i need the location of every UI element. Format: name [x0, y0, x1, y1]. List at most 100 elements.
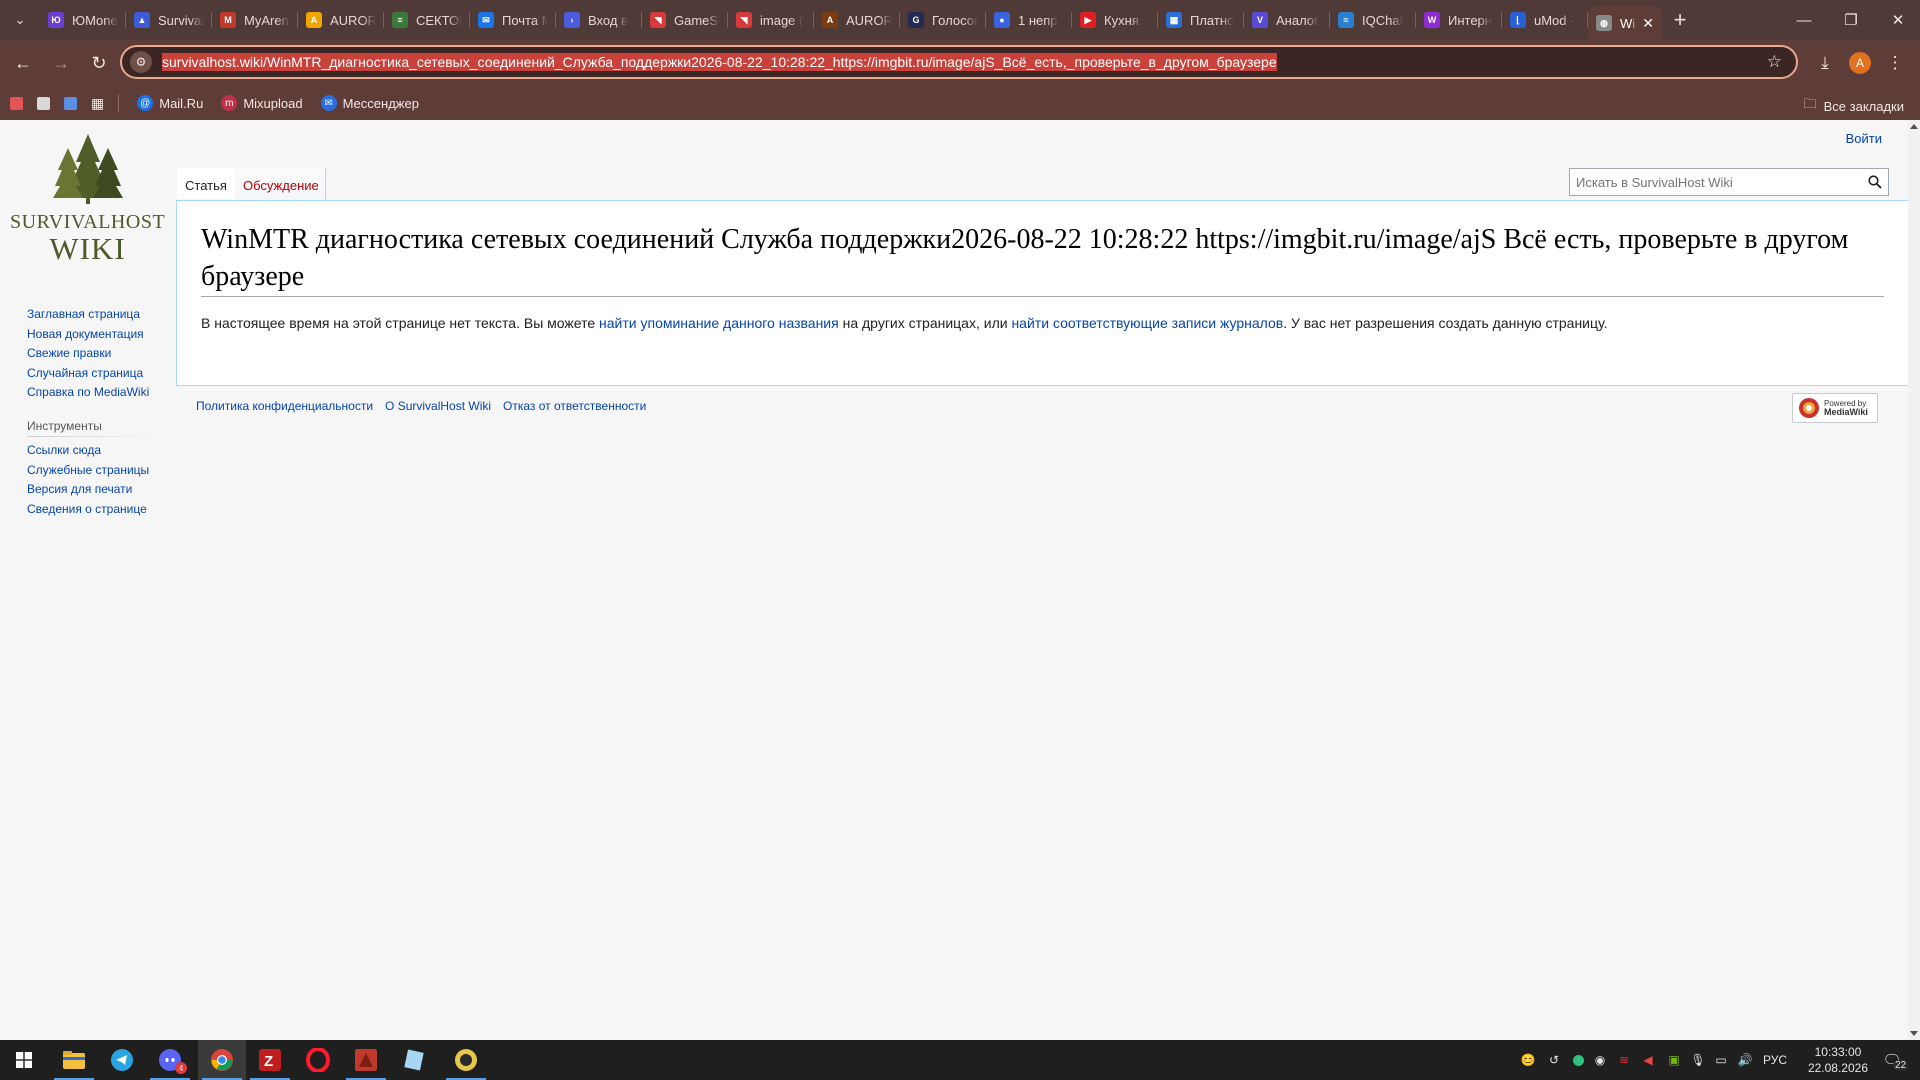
browser-tab[interactable]: W Интерн: [1416, 0, 1502, 40]
scroll-down-icon[interactable]: [1910, 1031, 1918, 1036]
profile-avatar[interactable]: A: [1845, 48, 1875, 78]
tray-audio-app-icon[interactable]: ◀: [1638, 1040, 1658, 1080]
page-scrollbar[interactable]: [1908, 120, 1920, 1040]
telegram-icon[interactable]: [98, 1040, 146, 1080]
bookmark-item[interactable]: @ Mail.Ru: [137, 95, 203, 111]
tab-favicon-icon: M: [220, 12, 236, 28]
back-icon[interactable]: ←: [8, 48, 38, 78]
notepad-icon[interactable]: [390, 1040, 438, 1080]
browser-tab[interactable]: ≡ СЕКТОР: [384, 0, 470, 40]
restore-icon[interactable]: ❐: [1827, 0, 1875, 40]
powered-by-mediawiki-badge[interactable]: Powered by MediaWiki: [1792, 393, 1878, 423]
new-tab-button[interactable]: +: [1662, 0, 1698, 40]
browser-tab[interactable]: › Вход в: [556, 0, 642, 40]
game-app-icon[interactable]: [342, 1040, 390, 1080]
sidebar-nav-link[interactable]: Случайная страница: [27, 364, 149, 384]
network-icon[interactable]: ▭: [1710, 1040, 1732, 1080]
filezilla-icon[interactable]: Z: [246, 1040, 294, 1080]
search-mentions-link[interactable]: найти упоминание данного названия: [599, 315, 839, 331]
tab-favicon-icon: G: [908, 12, 924, 28]
tab-favicon-icon: ◥: [650, 12, 666, 28]
search-logs-link[interactable]: найти соответствующие записи журналов: [1011, 315, 1283, 331]
wiki-logo[interactable]: SURVIVALHOST WIKI: [10, 132, 165, 264]
scroll-up-icon[interactable]: [1910, 124, 1918, 129]
tab-article[interactable]: Статья: [177, 168, 235, 199]
browser-tab[interactable]: ⌊ uMod -: [1502, 0, 1588, 40]
forward-icon[interactable]: →: [46, 48, 76, 78]
footer-link[interactable]: О SurvivalHost Wiki: [385, 399, 491, 413]
browser-tab[interactable]: ▲ Survival: [126, 0, 212, 40]
chrome-icon[interactable]: [198, 1040, 246, 1080]
close-tab-icon[interactable]: ✕: [1636, 15, 1654, 32]
browser-tab[interactable]: Ю ЮMoney: [40, 0, 126, 40]
close-window-icon[interactable]: ✕: [1874, 0, 1920, 40]
bookmark-item[interactable]: ✉ Мессенджер: [320, 95, 419, 111]
sidebar-tools-link[interactable]: Ссылки сюда: [27, 441, 149, 461]
sidebar-nav-link[interactable]: Справка по MediaWiki: [27, 383, 149, 403]
tab-search-icon[interactable]: ⌄: [0, 0, 40, 40]
sidebar-tools-link[interactable]: Сведения о странице: [27, 500, 149, 520]
tab-label: AURORA: [330, 12, 376, 28]
sidebar-tools-link[interactable]: Версия для печати: [27, 480, 149, 500]
volume-icon[interactable]: 🔊: [1734, 1040, 1756, 1080]
nvidia-icon[interactable]: ▣: [1664, 1040, 1684, 1080]
browser-tab[interactable]: ▶ Кухня.: [1072, 0, 1158, 40]
tab-favicon-icon: A: [306, 12, 322, 28]
file-explorer-icon[interactable]: [50, 1040, 98, 1080]
tray-red-icon[interactable]: ≋: [1614, 1040, 1634, 1080]
bookmark-item[interactable]: m Mixupload: [221, 95, 303, 111]
browser-tab[interactable]: ▦ Платно: [1158, 0, 1244, 40]
tabs-container: Ю ЮMoney ▲ Survival M MyArena A AURORA ≡ СЕКТОР ✉ П…: [40, 0, 1588, 40]
notifications-icon[interactable]: 🗨 22: [1872, 1040, 1912, 1080]
tray-app-icon[interactable]: ↺: [1544, 1040, 1564, 1080]
browser-toolbar: ← → ↻ ⚙ survivalhost.wiki/WinMTR_диагнос…: [0, 40, 1920, 86]
language-indicator[interactable]: РУС: [1758, 1040, 1792, 1080]
microphone-icon[interactable]: 🎙: [1688, 1040, 1708, 1080]
windows-start-icon[interactable]: [0, 1040, 48, 1080]
sidebar-nav-link[interactable]: Заглавная страница: [27, 305, 149, 325]
menu-dots-icon[interactable]: ⋮: [1880, 48, 1910, 78]
minimize-icon[interactable]: —: [1780, 0, 1828, 40]
browser-tab[interactable]: ● 1 непр: [986, 0, 1072, 40]
discord-icon[interactable]: 4: [146, 1040, 194, 1080]
dungeon-app-icon[interactable]: [442, 1040, 490, 1080]
tab-favicon-icon: ≈: [1338, 12, 1354, 28]
tab-discussion[interactable]: Обсуждение: [235, 168, 326, 199]
bookmark-red-icon[interactable]: [10, 96, 23, 110]
bookmark-blue-icon[interactable]: [64, 96, 77, 110]
content-area: WinMTR диагностика сетевых соединений Сл…: [176, 200, 1908, 386]
reload-icon[interactable]: ↻: [84, 48, 114, 78]
browser-tab[interactable]: ≈ IQChat: [1330, 0, 1416, 40]
tray-green-icon[interactable]: [1568, 1040, 1588, 1080]
login-link[interactable]: Войти: [1846, 131, 1882, 146]
sidebar-nav-link[interactable]: Свежие правки: [27, 344, 149, 364]
opera-icon[interactable]: [294, 1040, 342, 1080]
tab-favicon-icon: ▦: [1166, 12, 1182, 28]
footer-link[interactable]: Отказ от ответственности: [503, 399, 646, 413]
site-info-icon[interactable]: ⚙: [130, 51, 152, 73]
bookmark-star-icon[interactable]: ☆: [1767, 52, 1782, 72]
sidebar-tools-link[interactable]: Служебные страницы: [27, 461, 149, 481]
address-url[interactable]: survivalhost.wiki/WinMTR_диагностика_сет…: [162, 53, 1277, 71]
browser-tab[interactable]: ✉ Почта Mail: [470, 0, 556, 40]
browser-tab[interactable]: G Голосов: [900, 0, 986, 40]
browser-tab[interactable]: A AURORA: [298, 0, 384, 40]
clock[interactable]: 10:33:00 22.08.2026: [1808, 1044, 1868, 1076]
browser-tab[interactable]: ◥ image (: [728, 0, 814, 40]
footer-link[interactable]: Политика конфиденциальности: [196, 399, 373, 413]
tab-active[interactable]: ◍ Wiki ✕: [1588, 6, 1662, 40]
address-bar[interactable]: ⚙ survivalhost.wiki/WinMTR_диагностика_с…: [120, 45, 1798, 79]
browser-tab[interactable]: A AURORA: [814, 0, 900, 40]
download-icon[interactable]: ⤓: [1810, 48, 1840, 78]
sidebar-nav-link[interactable]: Новая документация: [27, 325, 149, 345]
steam-icon[interactable]: ◉: [1590, 1040, 1610, 1080]
tray-emoji-icon[interactable]: 😊: [1518, 1040, 1538, 1080]
browser-tab[interactable]: M MyArena: [212, 0, 298, 40]
browser-tab[interactable]: V Аналог: [1244, 0, 1330, 40]
bookmark-white-icon[interactable]: [37, 96, 50, 110]
search-input[interactable]: [1570, 173, 1862, 191]
all-bookmarks-button[interactable]: 🗀 Все закладки: [1804, 95, 1904, 117]
browser-tab[interactable]: ◥ GameServers: [642, 0, 728, 40]
apps-grid-icon[interactable]: ▦: [91, 95, 104, 112]
search-icon[interactable]: [1862, 169, 1888, 195]
